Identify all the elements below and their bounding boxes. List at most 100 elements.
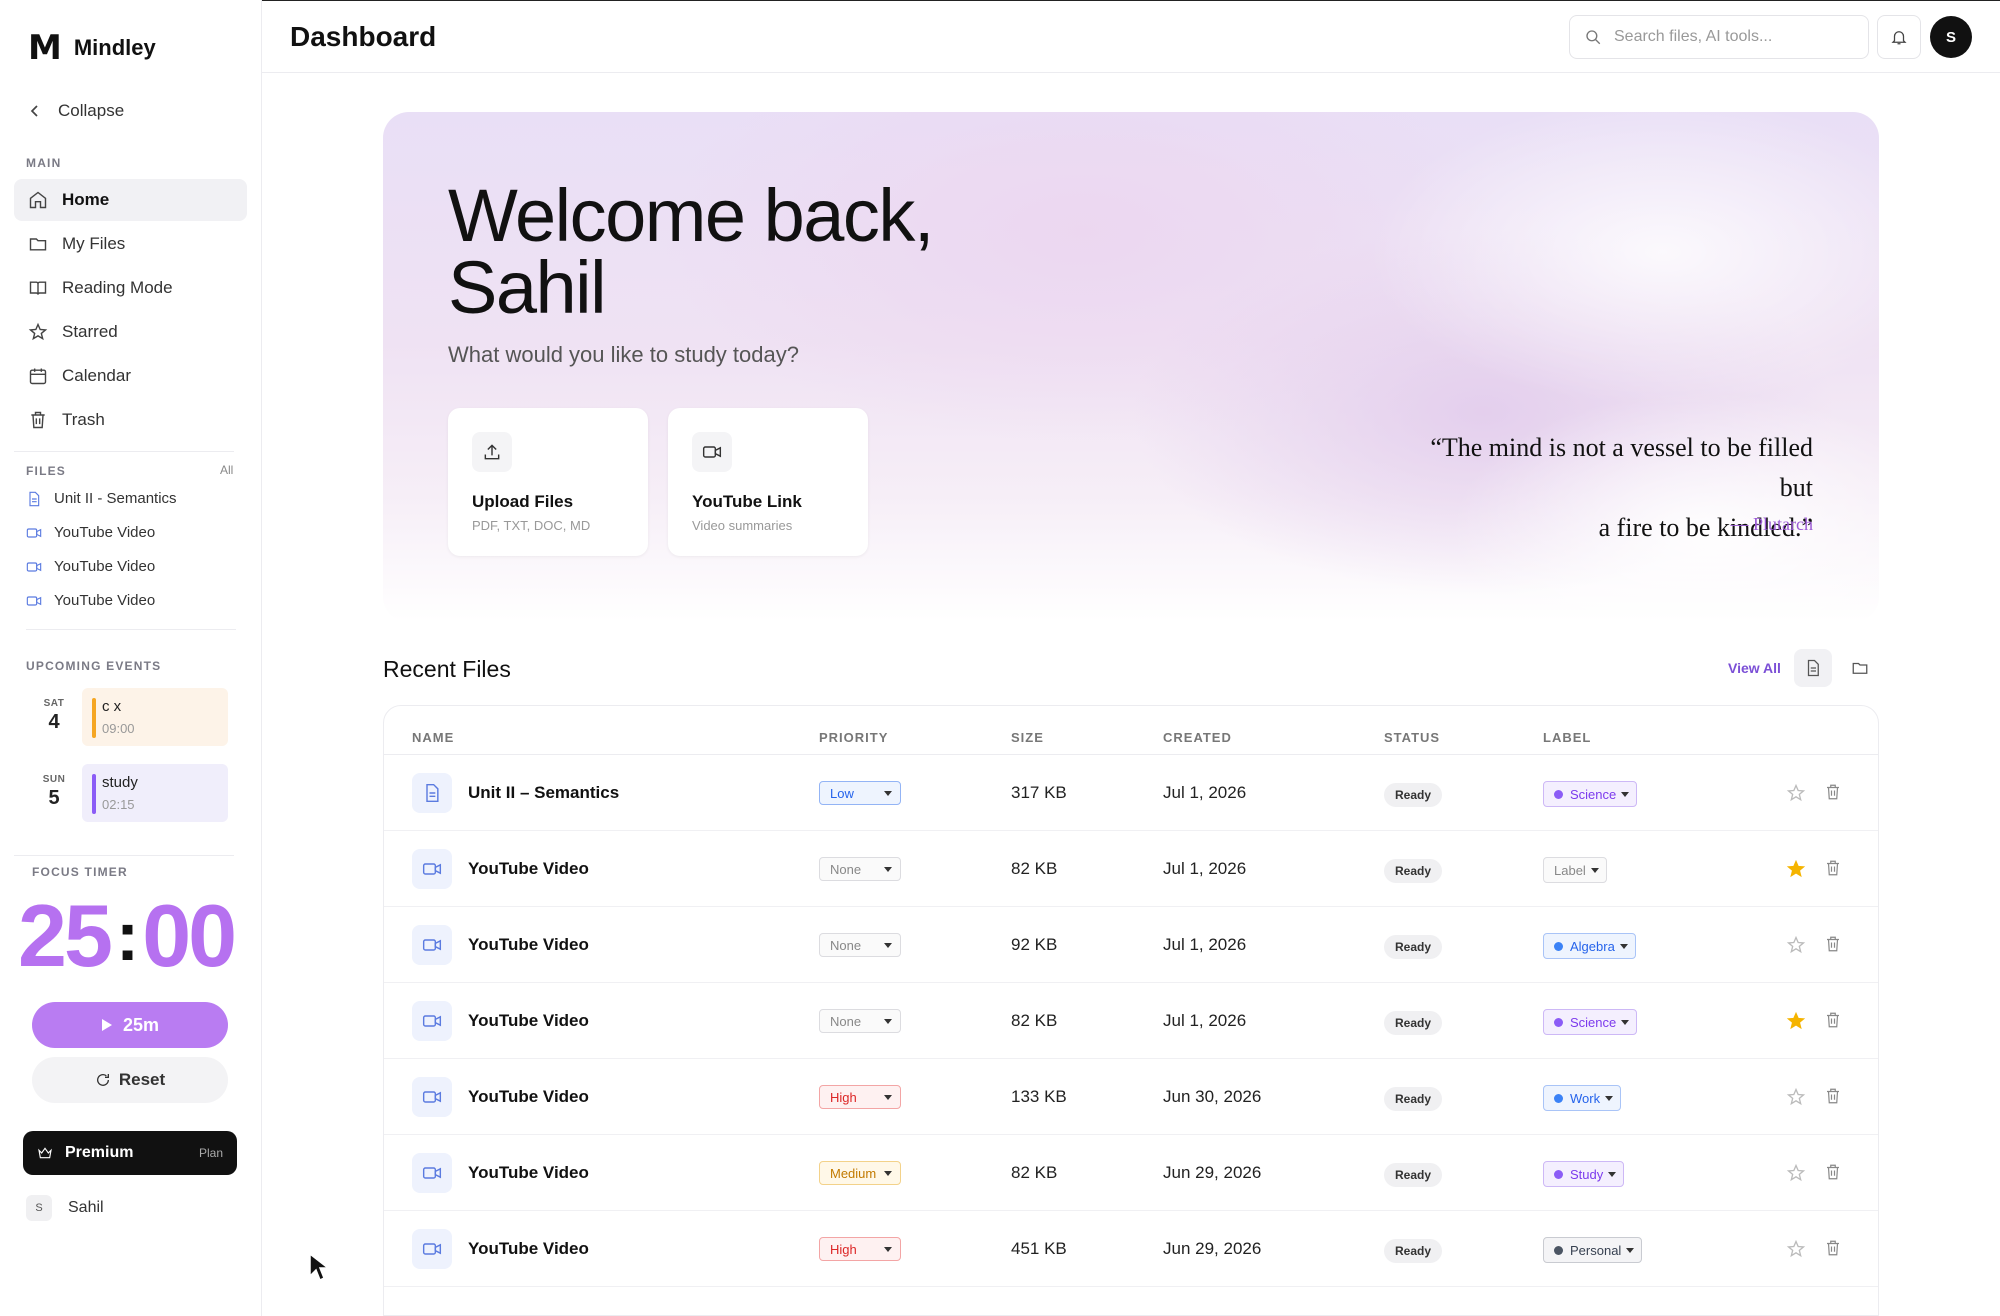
- sidebar-file-link[interactable]: YouTube Video: [26, 524, 155, 541]
- star-toggle-icon[interactable]: [1786, 935, 1806, 955]
- priority-select[interactable]: Low: [819, 781, 901, 805]
- star-toggle-icon[interactable]: [1786, 1011, 1806, 1031]
- search-icon: [1586, 30, 1601, 45]
- label-value: Label: [1554, 862, 1586, 878]
- search-input[interactable]: [1614, 28, 1854, 46]
- upload-files-subtitle: PDF, TXT, DOC, MD: [472, 518, 591, 533]
- label-select[interactable]: Algebra: [1543, 933, 1636, 959]
- sidebar-item-calendar[interactable]: Calendar: [14, 355, 247, 397]
- star-toggle-icon[interactable]: [1786, 1087, 1806, 1107]
- star-toggle-icon[interactable]: [1786, 859, 1806, 879]
- sidebar-file-link[interactable]: Unit II - Semantics: [26, 490, 177, 507]
- upload-files-title: Upload Files: [472, 492, 574, 511]
- star-toggle-icon[interactable]: [1786, 1163, 1806, 1183]
- priority-value: Medium: [830, 1165, 877, 1181]
- delete-file-button[interactable]: [1824, 859, 1844, 879]
- star-toggle-icon[interactable]: [1786, 1239, 1806, 1259]
- chevron-down-icon: [884, 1019, 892, 1024]
- files-all-link[interactable]: All: [220, 463, 233, 477]
- video-icon: [702, 446, 722, 458]
- table-row[interactable]: YouTube Video High 133 KB Jun 30, 2026 Ready…: [384, 1059, 1878, 1135]
- view-all-link[interactable]: View All: [1728, 660, 1781, 676]
- delete-file-button[interactable]: [1824, 1011, 1844, 1031]
- quote-line-1: “The mind is not a vessel to be filled b…: [1430, 433, 1813, 502]
- brand[interactable]: M Mindley: [28, 28, 156, 68]
- status-badge: Ready: [1384, 1011, 1443, 1035]
- search-box[interactable]: [1569, 15, 1869, 59]
- list-view-button[interactable]: [1794, 649, 1832, 687]
- delete-file-button[interactable]: [1824, 935, 1844, 955]
- welcome-title-line-1: Welcome back,: [448, 174, 935, 257]
- priority-select[interactable]: Medium: [819, 1161, 901, 1185]
- file-created-date: Jun 30, 2026: [1163, 1087, 1262, 1106]
- youtube-link-card[interactable]: YouTube Link Video summaries: [668, 408, 868, 556]
- priority-select[interactable]: High: [819, 1085, 901, 1109]
- user-profile[interactable]: S Sahil: [26, 1195, 104, 1221]
- event-item[interactable]: SUN 5 study 02:15: [26, 764, 228, 822]
- trash-icon: [1827, 1012, 1839, 1028]
- priority-select[interactable]: None: [819, 857, 901, 881]
- sidebar-item-label: My Files: [62, 234, 126, 253]
- label-select[interactable]: Science: [1543, 781, 1638, 807]
- label-select[interactable]: Label: [1543, 857, 1607, 883]
- priority-select[interactable]: High: [819, 1237, 901, 1261]
- star-toggle-icon[interactable]: [1786, 783, 1806, 803]
- label-select[interactable]: Work: [1543, 1085, 1622, 1111]
- table-row[interactable]: YouTube Video None 82 KB Jul 1, 2026 Ready La…: [384, 831, 1878, 907]
- file-name[interactable]: YouTube Video: [468, 1239, 589, 1259]
- sidebar-file-link[interactable]: YouTube Video: [26, 592, 155, 609]
- delete-file-button[interactable]: [1824, 1239, 1844, 1259]
- collapse-button[interactable]: Collapse: [28, 101, 124, 121]
- user-avatar-button[interactable]: S: [1930, 16, 1972, 58]
- folder-view-button[interactable]: [1841, 649, 1879, 687]
- delete-file-button[interactable]: [1824, 1163, 1844, 1183]
- table-row[interactable]: Unit II – Semantics Low 317 KB Jul 1, 2026 R…: [384, 755, 1878, 831]
- book-icon: [29, 281, 47, 295]
- delete-file-button[interactable]: [1824, 1087, 1844, 1107]
- event-item[interactable]: SAT 4 c x 09:00: [26, 688, 228, 746]
- sidebar-item-trash[interactable]: Trash: [14, 399, 247, 441]
- reset-timer-button[interactable]: Reset: [32, 1057, 228, 1103]
- premium-plan-label: Plan: [198, 1146, 223, 1160]
- sidebar-item-my-files[interactable]: My Files: [14, 223, 247, 265]
- file-name[interactable]: YouTube Video: [468, 1011, 589, 1031]
- sidebar-divider: [26, 629, 236, 630]
- label-select[interactable]: Science: [1543, 1009, 1638, 1035]
- table-row[interactable]: YouTube Video None 82 KB Jul 1, 2026 Ready Sc…: [384, 983, 1878, 1059]
- status-badge: Ready: [1384, 1163, 1443, 1187]
- priority-select[interactable]: None: [819, 1009, 901, 1033]
- delete-file-button[interactable]: [1824, 783, 1844, 803]
- user-name: Sahil: [68, 1199, 104, 1216]
- file-created-date: Jul 1, 2026: [1163, 935, 1247, 954]
- trash-icon: [1827, 1164, 1839, 1180]
- sidebar-item-starred[interactable]: Starred: [14, 311, 247, 353]
- file-created-date: Jul 1, 2026: [1163, 783, 1247, 802]
- file-name[interactable]: YouTube Video: [468, 1087, 589, 1107]
- file-name[interactable]: YouTube Video: [468, 1163, 589, 1183]
- timer-minutes: 25: [18, 886, 113, 985]
- brand-name: Mindley: [73, 35, 156, 60]
- label-select[interactable]: Study: [1543, 1161, 1625, 1187]
- file-size: 92 KB: [1011, 935, 1058, 954]
- sidebar-item-reading-mode[interactable]: Reading Mode: [14, 267, 247, 309]
- table-row[interactable]: YouTube Video High 451 KB Jun 29, 2026 Ready…: [384, 1211, 1878, 1287]
- sidebar-file-link[interactable]: YouTube Video: [26, 558, 155, 575]
- table-row[interactable]: YouTube Video Medium 82 KB Jun 29, 2026 Read…: [384, 1135, 1878, 1211]
- file-name[interactable]: Unit II – Semantics: [468, 783, 619, 803]
- start-timer-button[interactable]: 25m: [32, 1002, 228, 1048]
- table-row[interactable]: YouTube Video None 92 KB Jul 1, 2026 Ready Al…: [384, 907, 1878, 983]
- timer-seconds: 00: [142, 886, 237, 985]
- chevron-down-icon: [884, 791, 892, 796]
- priority-select[interactable]: None: [819, 933, 901, 957]
- file-name[interactable]: YouTube Video: [468, 935, 589, 955]
- event-date: SUN 5: [26, 764, 82, 810]
- sidebar-item-home[interactable]: Home: [14, 179, 247, 221]
- notifications-button[interactable]: [1877, 15, 1921, 59]
- upload-files-card[interactable]: Upload Files PDF, TXT, DOC, MD: [448, 408, 648, 556]
- video-icon: [422, 863, 442, 875]
- chevron-left-icon: [30, 105, 38, 117]
- file-name[interactable]: YouTube Video: [468, 859, 589, 879]
- premium-plan-button[interactable]: Premium Plan: [23, 1131, 237, 1175]
- priority-value: None: [830, 937, 862, 953]
- label-select[interactable]: Personal: [1543, 1237, 1643, 1263]
